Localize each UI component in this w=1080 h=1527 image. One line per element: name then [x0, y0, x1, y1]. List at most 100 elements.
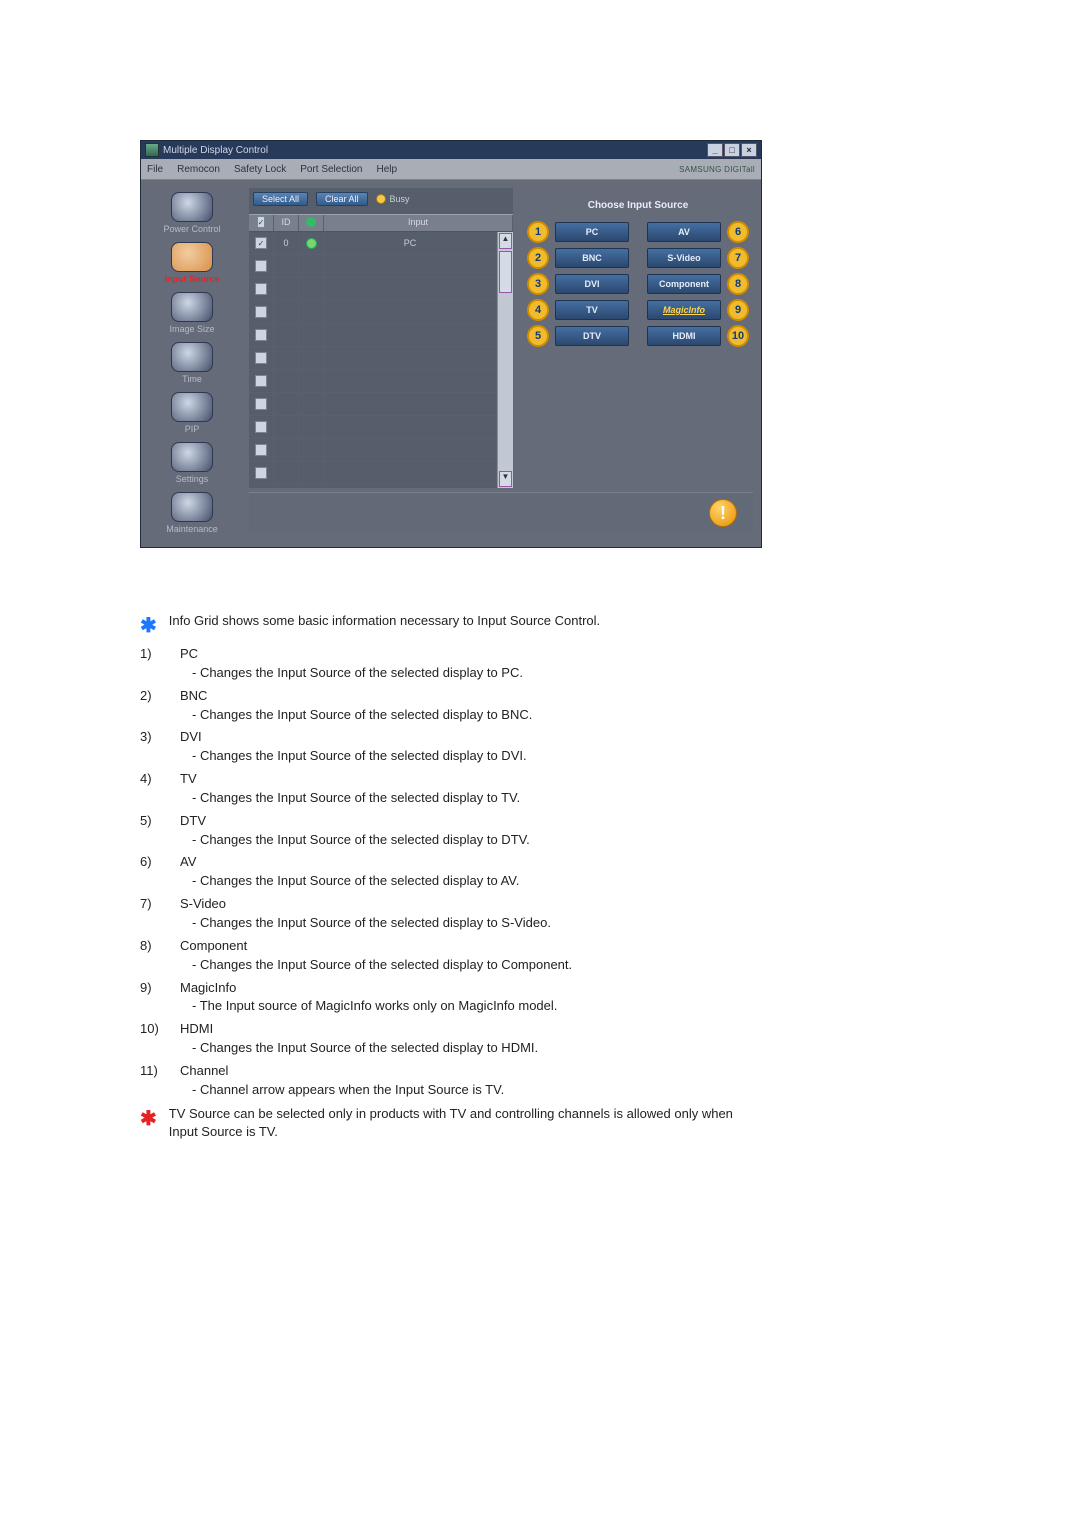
table-row[interactable] — [249, 416, 497, 439]
src-btn-dtv[interactable]: DTV — [555, 326, 629, 346]
doc-item-desc: - Changes the Input Source of the select… — [180, 831, 530, 850]
table-row[interactable] — [249, 439, 497, 462]
sidebar-item-label: PIP — [185, 424, 200, 434]
src-btn-dvi[interactable]: DVI — [555, 274, 629, 294]
src-btn-s-video[interactable]: S-Video — [647, 248, 721, 268]
table-row[interactable] — [249, 301, 497, 324]
row-checkbox[interactable] — [255, 260, 267, 272]
menu-file[interactable]: File — [147, 164, 163, 175]
doc-item-desc: - Changes the Input Source of the select… — [180, 664, 523, 683]
scroll-up-icon[interactable]: ▲ — [499, 233, 512, 249]
doc-item: 3)DVI- Changes the Input Source of the s… — [140, 726, 740, 768]
doc-item: 2)BNC- Changes the Input Source of the s… — [140, 685, 740, 727]
doc-item-label: AV — [180, 853, 519, 872]
sidebar-item-image-size[interactable]: Image Size — [152, 290, 232, 334]
row-status — [299, 370, 324, 392]
row-status — [299, 416, 324, 438]
image-size-icon — [171, 292, 213, 322]
table-row[interactable] — [249, 370, 497, 393]
doc-item: 5)DTV- Changes the Input Source of the s… — [140, 810, 740, 852]
row-checkbox[interactable] — [255, 329, 267, 341]
src-btn-hdmi[interactable]: HDMI — [647, 326, 721, 346]
row-checkbox[interactable] — [255, 283, 267, 295]
workspace: Power Control Input Source Image Size Ti… — [141, 180, 761, 547]
row-status — [299, 439, 324, 461]
src-btn-bnc[interactable]: BNC — [555, 248, 629, 268]
sidebar-item-settings[interactable]: Settings — [152, 440, 232, 484]
callout-6: 6 — [727, 221, 749, 243]
main-pane: Select All Clear All Busy ID Input — [243, 180, 761, 547]
table-row[interactable]: 0PC — [249, 232, 497, 255]
row-checkbox[interactable] — [255, 375, 267, 387]
doc-item-num: 11) — [140, 1062, 180, 1081]
grid-header: ID Input — [249, 214, 513, 232]
intro-text: Info Grid shows some basic information n… — [169, 612, 600, 631]
table-row[interactable] — [249, 462, 497, 485]
close-button[interactable]: × — [741, 143, 757, 157]
callout-7: 7 — [727, 247, 749, 269]
doc-item: 8)Component- Changes the Input Source of… — [140, 935, 740, 977]
row-checkbox[interactable] — [255, 352, 267, 364]
row-checkbox[interactable] — [255, 467, 267, 479]
src-btn-av[interactable]: AV — [647, 222, 721, 242]
maximize-button[interactable]: □ — [724, 143, 740, 157]
sidebar-item-input-source[interactable]: Input Source — [152, 240, 232, 284]
src-btn-magicinfo[interactable]: MagicInfo — [647, 300, 721, 320]
callout-4: 4 — [527, 299, 549, 321]
row-id — [274, 324, 299, 346]
table-row[interactable] — [249, 393, 497, 416]
row-checkbox[interactable] — [255, 398, 267, 410]
row-status — [299, 301, 324, 323]
row-input — [324, 301, 497, 323]
row-id — [274, 416, 299, 438]
doc-item-desc: - Changes the Input Source of the select… — [180, 872, 519, 891]
row-status — [299, 462, 324, 484]
sidebar-item-power-control[interactable]: Power Control — [152, 190, 232, 234]
sidebar-item-maintenance[interactable]: Maintenance — [152, 490, 232, 534]
menu-safety-lock[interactable]: Safety Lock — [234, 164, 286, 175]
table-row[interactable] — [249, 347, 497, 370]
scroll-thumb[interactable] — [499, 251, 512, 293]
row-status — [299, 347, 324, 369]
settings-icon — [171, 442, 213, 472]
select-all-button[interactable]: Select All — [253, 192, 308, 206]
table-row[interactable] — [249, 255, 497, 278]
menu-port-selection[interactable]: Port Selection — [300, 164, 362, 175]
doc-item-label: DTV — [180, 812, 530, 831]
sidebar-item-pip[interactable]: PIP — [152, 390, 232, 434]
row-checkbox[interactable] — [255, 421, 267, 433]
row-checkbox[interactable] — [255, 444, 267, 456]
callout-9: 9 — [727, 299, 749, 321]
table-row[interactable] — [249, 324, 497, 347]
doc-item-desc: - Changes the Input Source of the select… — [180, 914, 551, 933]
input-source-icon — [171, 242, 213, 272]
minimize-button[interactable]: _ — [707, 143, 723, 157]
row-checkbox[interactable] — [255, 237, 267, 249]
src-btn-component[interactable]: Component — [647, 274, 721, 294]
doc-item-label: BNC — [180, 687, 532, 706]
menu-remocon[interactable]: Remocon — [177, 164, 220, 175]
sidebar-item-label: Image Size — [169, 324, 214, 334]
menu-help[interactable]: Help — [376, 164, 397, 175]
status-bar: ! — [249, 492, 753, 533]
scroll-down-icon[interactable]: ▼ — [499, 471, 512, 487]
clear-all-button[interactable]: Clear All — [316, 192, 368, 206]
doc-item-label: S-Video — [180, 895, 551, 914]
header-checkbox[interactable] — [257, 216, 266, 228]
row-id — [274, 301, 299, 323]
callout-2: 2 — [527, 247, 549, 269]
table-row[interactable] — [249, 278, 497, 301]
pip-icon — [171, 392, 213, 422]
doc-item-num: 2) — [140, 687, 180, 706]
scrollbar[interactable]: ▲ ▼ — [497, 232, 513, 488]
brand-label: SAMSUNG DIGITall — [679, 165, 755, 174]
row-checkbox[interactable] — [255, 306, 267, 318]
src-btn-pc[interactable]: PC — [555, 222, 629, 242]
doc-item: 6)AV- Changes the Input Source of the se… — [140, 851, 740, 893]
row-status — [299, 393, 324, 415]
sidebar-item-time[interactable]: Time — [152, 340, 232, 384]
footnote: ✱ TV Source can be selected only in prod… — [140, 1105, 740, 1143]
callout-10: 10 — [727, 325, 749, 347]
busy-label: Busy — [390, 194, 410, 204]
src-btn-tv[interactable]: TV — [555, 300, 629, 320]
